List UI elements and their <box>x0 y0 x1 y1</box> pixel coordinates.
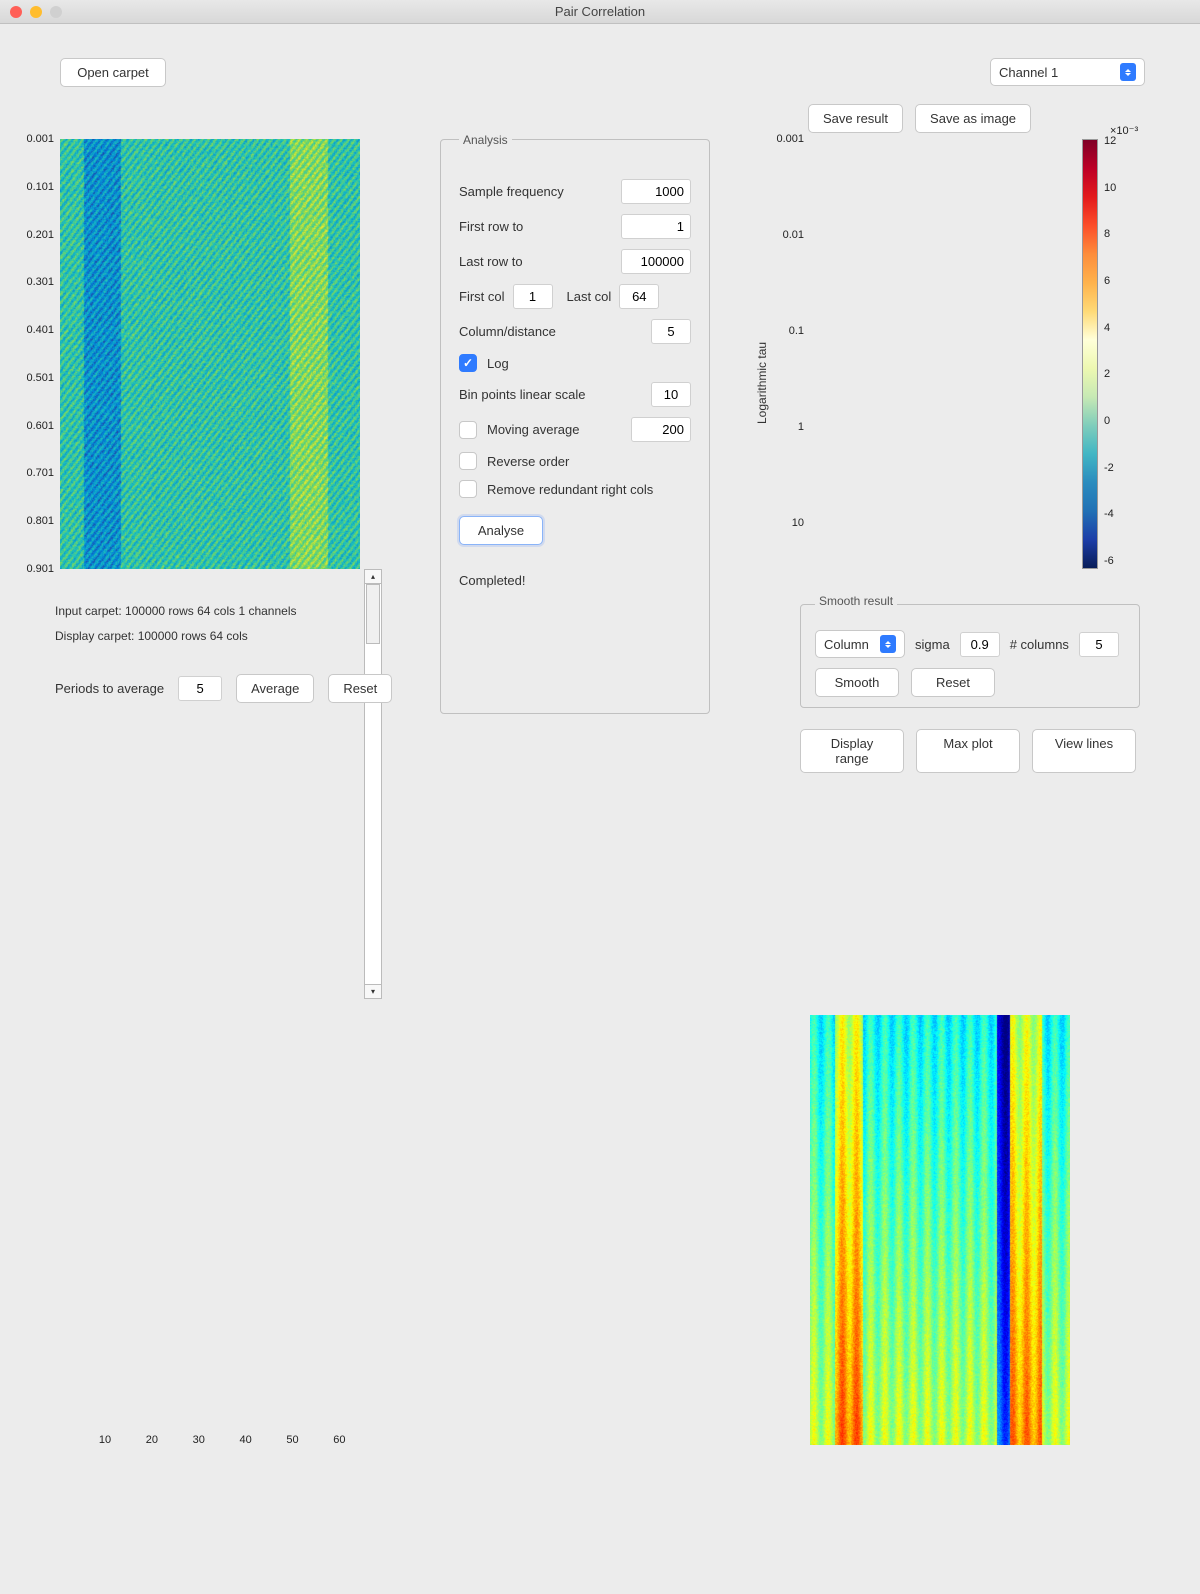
col-dist-label: Column/distance <box>459 324 556 339</box>
first-col-label: First col <box>459 289 505 304</box>
remove-cols-label: Remove redundant right cols <box>487 482 653 497</box>
view-lines-button[interactable]: View lines <box>1032 729 1136 773</box>
right-y-axis: 0.0010.010.1110 <box>770 139 808 569</box>
bin-points-input[interactable] <box>651 382 691 407</box>
scroll-down-icon[interactable]: ▾ <box>365 984 381 998</box>
sample-freq-label: Sample frequency <box>459 184 564 199</box>
periods-input[interactable] <box>178 676 222 701</box>
sigma-input[interactable] <box>960 632 1000 657</box>
log-label: Log <box>487 356 509 371</box>
scroll-up-icon[interactable]: ▴ <box>365 570 381 584</box>
last-row-input[interactable] <box>621 249 691 274</box>
max-plot-button[interactable]: Max plot <box>916 729 1020 773</box>
input-carpet-info: Input carpet: 100000 rows 64 cols 1 chan… <box>55 604 297 618</box>
log-checkbox[interactable] <box>459 354 477 372</box>
right-yaxis-title: Logarithmic tau <box>755 342 769 424</box>
moving-avg-label: Moving average <box>487 422 580 437</box>
smooth-legend: Smooth result <box>815 594 897 608</box>
minimize-icon[interactable] <box>30 6 42 18</box>
periods-label: Periods to average <box>55 681 164 696</box>
result-heatmap <box>810 1015 1070 1445</box>
left-x-axis: 102030405060 <box>60 1434 360 1450</box>
first-row-label: First row to <box>459 219 523 234</box>
window-title: Pair Correlation <box>0 4 1200 19</box>
channel-select-value: Channel 1 <box>999 65 1058 80</box>
last-col-input[interactable] <box>619 284 659 309</box>
titlebar: Pair Correlation <box>0 0 1200 24</box>
window-controls <box>0 6 62 18</box>
smooth-mode-select[interactable]: Column <box>815 630 905 658</box>
last-row-label: Last row to <box>459 254 523 269</box>
ncols-input[interactable] <box>1079 632 1119 657</box>
first-row-input[interactable] <box>621 214 691 239</box>
carpet-heatmap <box>60 139 360 569</box>
analyse-button[interactable]: Analyse <box>459 516 543 545</box>
display-range-button[interactable]: Display range <box>800 729 904 773</box>
moving-avg-input[interactable] <box>631 417 691 442</box>
analysis-status: Completed! <box>459 573 691 588</box>
smooth-panel: Smooth result Column sigma # columns Smo… <box>800 604 1140 708</box>
average-button[interactable]: Average <box>236 674 314 703</box>
remove-cols-checkbox[interactable] <box>459 480 477 498</box>
close-icon[interactable] <box>10 6 22 18</box>
col-dist-input[interactable] <box>651 319 691 344</box>
save-image-button[interactable]: Save as image <box>915 104 1031 133</box>
carpet-scrollbar[interactable]: ▴ ▾ <box>364 569 382 999</box>
sigma-label: sigma <box>915 637 950 652</box>
open-carpet-button[interactable]: Open carpet <box>60 58 166 87</box>
dropdown-arrows-icon <box>1120 63 1136 81</box>
last-col-label: Last col <box>567 289 612 304</box>
reverse-checkbox[interactable] <box>459 452 477 470</box>
left-y-axis: 0.0010.1010.2010.3010.4010.5010.6010.701… <box>20 139 58 569</box>
smooth-button[interactable]: Smooth <box>815 668 899 697</box>
analysis-legend: Analysis <box>459 133 512 147</box>
colorbar <box>1082 139 1098 569</box>
analysis-panel: Analysis Sample frequency First row to L… <box>440 139 710 714</box>
moving-avg-checkbox[interactable] <box>459 421 477 439</box>
dropdown-arrows-icon <box>880 635 896 653</box>
zoom-icon[interactable] <box>50 6 62 18</box>
channel-select[interactable]: Channel 1 <box>990 58 1145 86</box>
first-col-input[interactable] <box>513 284 553 309</box>
ncols-label: # columns <box>1010 637 1069 652</box>
left-reset-button[interactable]: Reset <box>328 674 392 703</box>
save-result-button[interactable]: Save result <box>808 104 903 133</box>
display-carpet-info: Display carpet: 100000 rows 64 cols <box>55 629 248 643</box>
reverse-label: Reverse order <box>487 454 569 469</box>
bin-points-label: Bin points linear scale <box>459 387 585 402</box>
smooth-reset-button[interactable]: Reset <box>911 668 995 697</box>
sample-freq-input[interactable] <box>621 179 691 204</box>
scroll-thumb[interactable] <box>366 584 380 644</box>
